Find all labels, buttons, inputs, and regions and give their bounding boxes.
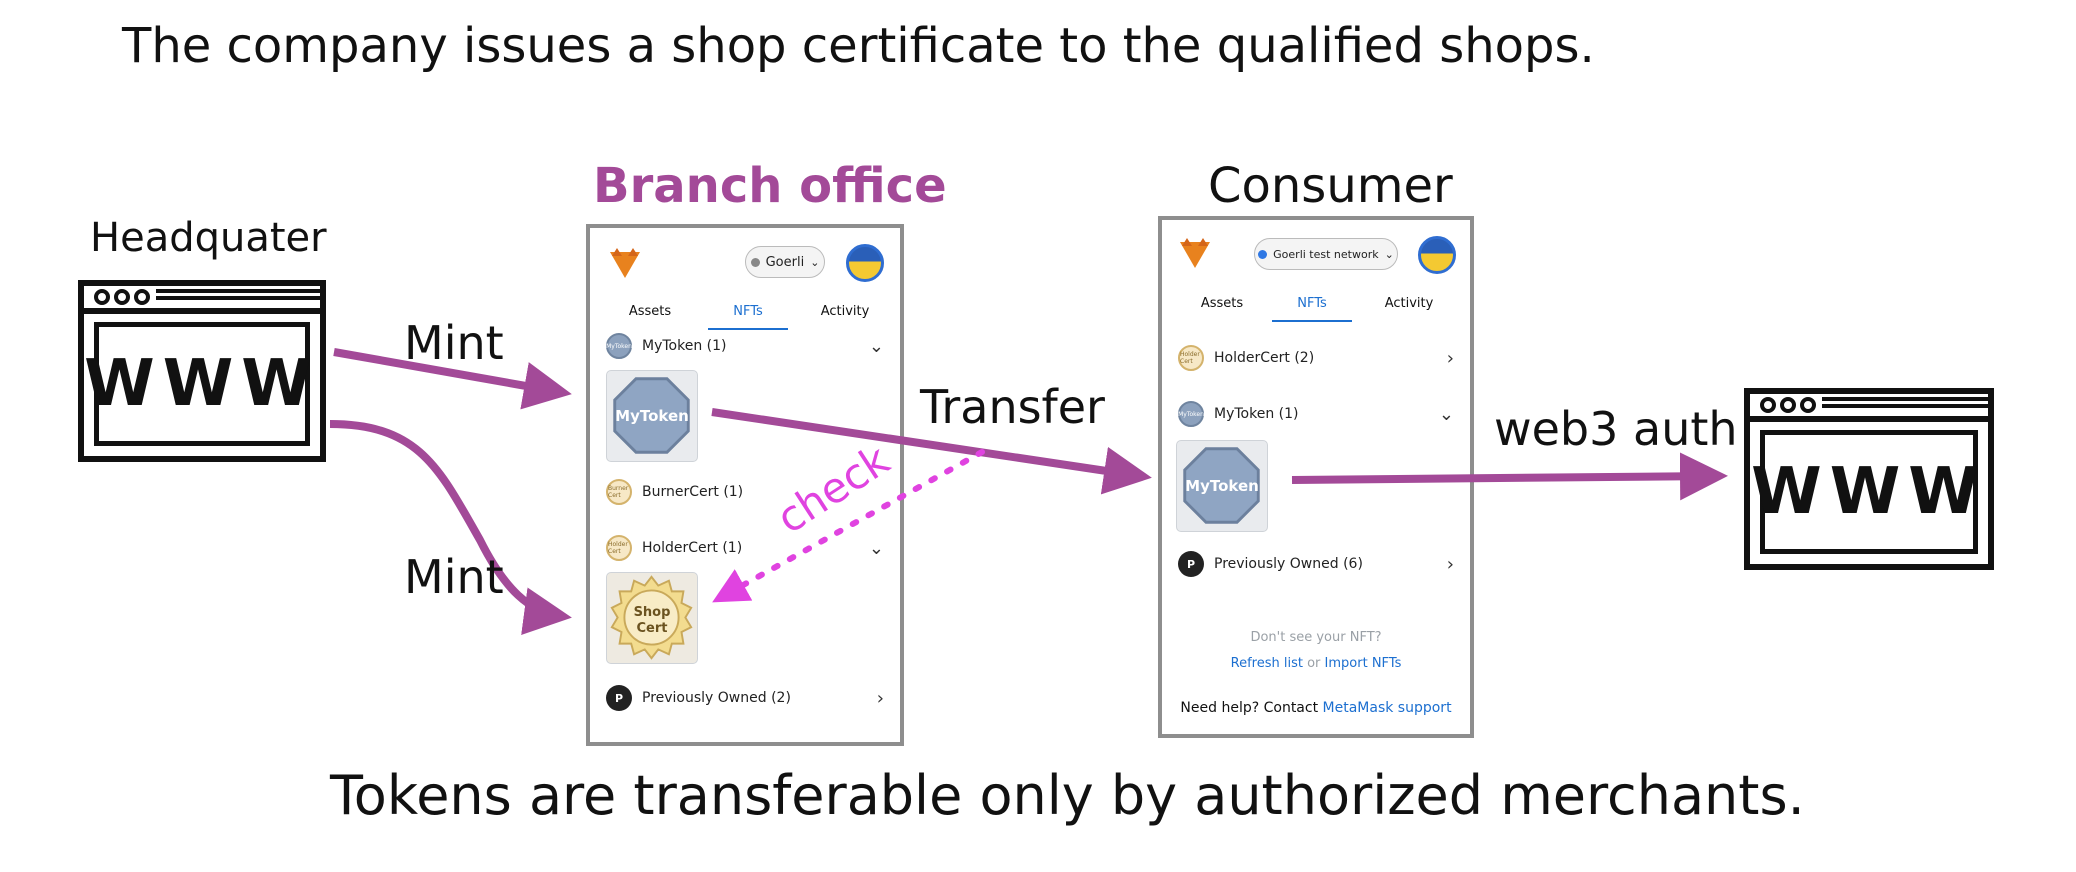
- holdercert-badge-icon: Holder Cert: [606, 535, 632, 561]
- nft-label-line1: Shop: [633, 605, 671, 620]
- collection-name: BurnerCert (1): [642, 484, 744, 500]
- nft-label: MyToken: [1185, 477, 1259, 495]
- tab-assets[interactable]: Assets: [1182, 296, 1262, 311]
- chevron-down-icon: ⌄: [810, 255, 820, 269]
- metamask-support-link[interactable]: MetaMask support: [1323, 700, 1452, 716]
- page-title: The company issues a shop certificate to…: [122, 18, 1595, 74]
- consumer-label: Consumer: [1208, 158, 1453, 214]
- chevron-down-icon: ⌄: [868, 335, 884, 357]
- chevron-down-icon: ⌄: [1384, 247, 1394, 261]
- collection-name: MyToken (1): [1214, 406, 1299, 422]
- collection-name: HolderCert (2): [1214, 350, 1315, 366]
- account-avatar[interactable]: [1418, 236, 1456, 274]
- chevron-right-icon: ›: [876, 687, 884, 709]
- help-text: Need help? Contact: [1180, 700, 1319, 716]
- tab-nfts[interactable]: NFTs: [708, 304, 788, 319]
- network-name: Goerli test network: [1273, 247, 1379, 261]
- refresh-list-link[interactable]: Refresh list: [1231, 656, 1303, 671]
- chevron-down-icon: ⌄: [1438, 403, 1454, 425]
- site-browser-icon: WWW: [1744, 388, 1994, 570]
- footer-caption: Tokens are transferable only by authoriz…: [330, 764, 1805, 827]
- mint-label-bottom: Mint: [404, 550, 504, 604]
- nft-card-shop-cert[interactable]: Shop Cert: [606, 572, 698, 664]
- wallet-tabs: Assets NFTs Activity: [1162, 296, 1470, 324]
- chevron-right-icon: ›: [1446, 553, 1454, 575]
- metamask-fox-icon: [610, 248, 640, 280]
- mytoken-badge-icon: MyToken: [1178, 401, 1204, 427]
- previously-owned-badge-icon: P: [606, 685, 632, 711]
- nft-links: Refresh list or Import NFTs: [1162, 656, 1470, 671]
- holdercert-badge-icon: Holder Cert: [1178, 345, 1204, 371]
- or-text: or: [1307, 656, 1321, 671]
- tab-activity[interactable]: Activity: [1364, 296, 1454, 311]
- collection-row[interactable]: P Previously Owned (2) ›: [606, 682, 884, 714]
- wallet-header: Goerli test network ⌄: [1162, 220, 1470, 282]
- collection-row[interactable]: MyToken MyToken (1) ⌄: [606, 330, 884, 362]
- collection-name: HolderCert (1): [642, 540, 743, 556]
- empty-hint: Don't see your NFT?: [1250, 630, 1382, 645]
- metamask-fox-icon: [1180, 238, 1210, 270]
- nft-label-line2: Cert: [636, 621, 668, 636]
- tab-nfts[interactable]: NFTs: [1272, 296, 1352, 311]
- transfer-label: Transfer: [920, 380, 1105, 434]
- collection-name: Previously Owned (2): [642, 690, 791, 706]
- network-selector[interactable]: Goerli ⌄: [745, 246, 825, 278]
- burnercert-badge-icon: Burner Cert: [606, 479, 632, 505]
- network-selector[interactable]: Goerli test network ⌄: [1254, 238, 1398, 270]
- site-browser-text: WWW: [1751, 430, 1979, 554]
- headquarter-browser-text: WWW: [84, 322, 312, 446]
- branch-office-label: Branch office: [593, 158, 947, 214]
- browser-title-bar: [1750, 394, 1988, 422]
- wallet-tabs: Assets NFTs Activity: [590, 304, 900, 332]
- chevron-down-icon: ⌄: [868, 537, 884, 559]
- previously-owned-badge-icon: P: [1178, 551, 1204, 577]
- headquarter-label: Headquater: [90, 215, 327, 261]
- mint-label-top: Mint: [404, 316, 504, 370]
- headquarter-browser-icon: WWW: [78, 280, 326, 462]
- account-avatar[interactable]: [846, 244, 884, 282]
- collection-row[interactable]: P Previously Owned (6) ›: [1178, 548, 1454, 580]
- network-status-icon: [1258, 249, 1268, 259]
- collection-name: Previously Owned (6): [1214, 556, 1363, 572]
- mytoken-badge-icon: MyToken: [606, 333, 632, 359]
- collection-row[interactable]: Holder Cert HolderCert (1) ⌄: [606, 532, 884, 564]
- collection-name: MyToken (1): [642, 338, 727, 354]
- consumer-wallet-screenshot: Goerli test network ⌄ Assets NFTs Activi…: [1158, 216, 1474, 738]
- wallet-header: Goerli ⌄: [590, 228, 900, 290]
- tab-assets[interactable]: Assets: [610, 304, 690, 319]
- tab-activity[interactable]: Activity: [800, 304, 890, 319]
- collection-row[interactable]: MyToken MyToken (1) ⌄: [1178, 398, 1454, 430]
- active-tab-indicator: [1272, 320, 1352, 322]
- nft-card-mytoken[interactable]: MyToken: [606, 370, 698, 462]
- nft-card-mytoken[interactable]: MyToken: [1176, 440, 1268, 532]
- chevron-right-icon: ›: [1446, 347, 1454, 369]
- collection-row[interactable]: Holder Cert HolderCert (2) ›: [1178, 342, 1454, 374]
- nft-label: MyToken: [615, 407, 689, 425]
- network-name: Goerli: [765, 254, 805, 270]
- import-nfts-link[interactable]: Import NFTs: [1325, 656, 1402, 671]
- network-status-icon: [750, 257, 760, 267]
- browser-title-bar: [84, 286, 320, 314]
- web3-auth-label: web3 auth: [1494, 402, 1738, 456]
- help-line: Need help? Contact MetaMask support: [1162, 700, 1470, 716]
